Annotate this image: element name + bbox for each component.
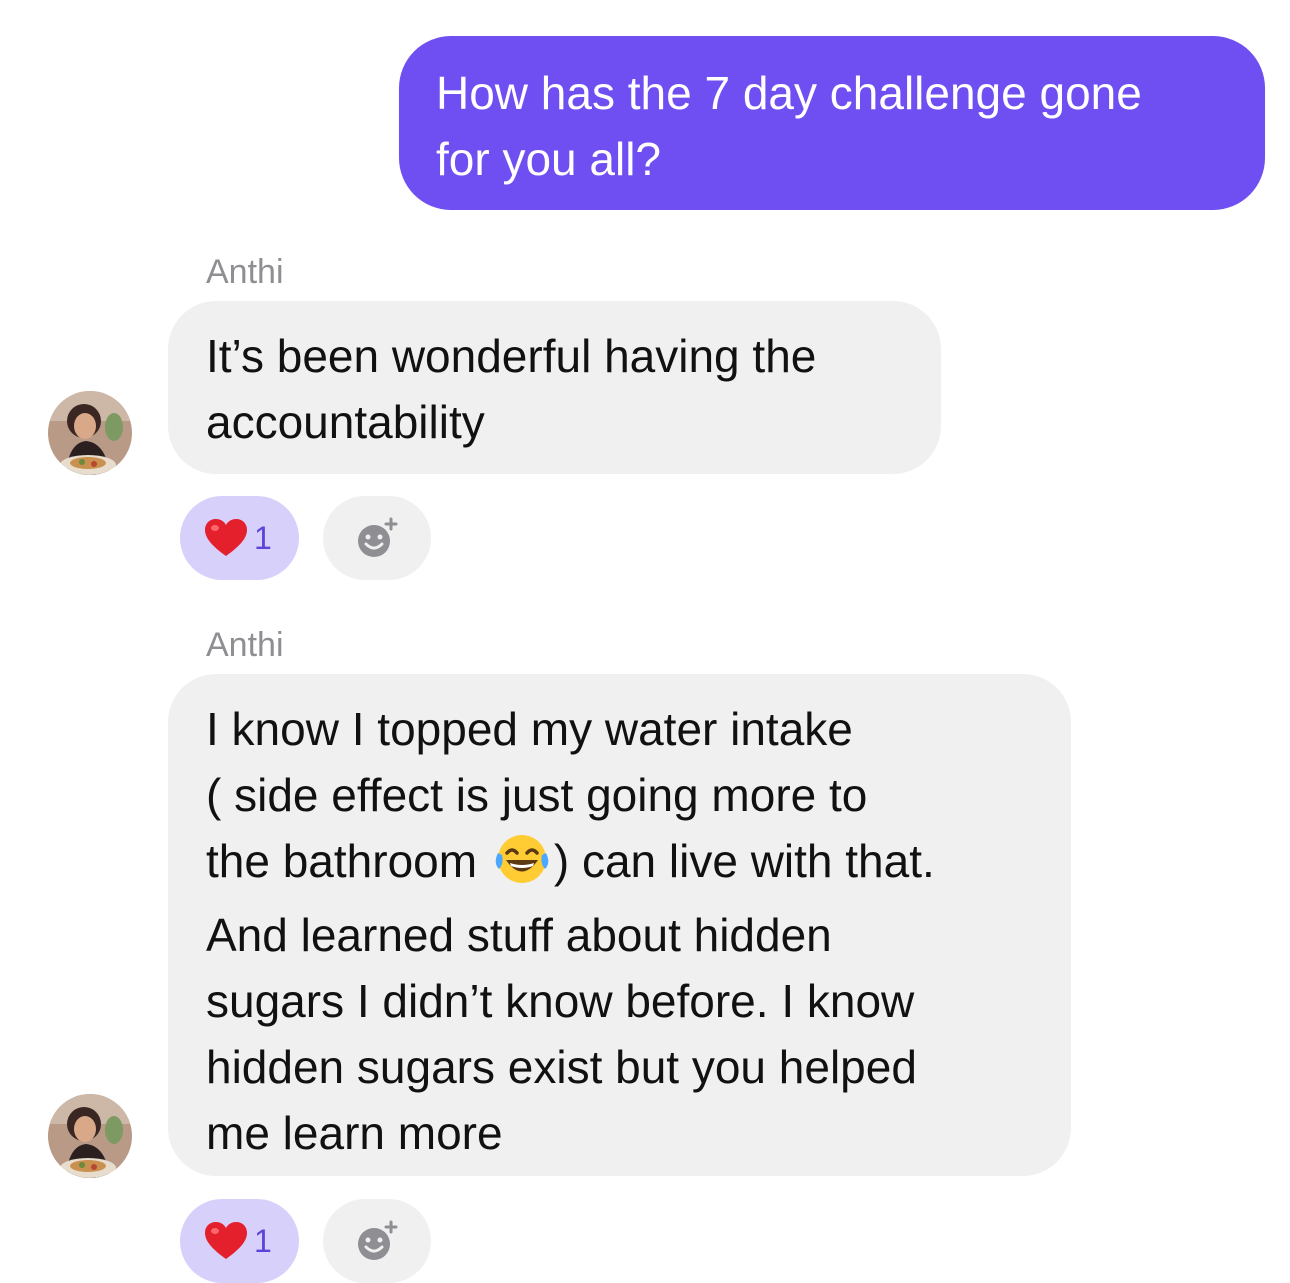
sender-avatar[interactable]	[48, 1094, 132, 1178]
avatar-photo-icon	[48, 391, 132, 475]
chat-thread: How has the 7 day challenge gone for you…	[0, 0, 1290, 1283]
add-reaction-button[interactable]	[323, 1199, 431, 1283]
add-emoji-icon	[358, 517, 398, 557]
add-emoji-icon	[358, 1220, 398, 1260]
add-reaction-button[interactable]	[323, 496, 431, 580]
heart-reaction-button[interactable]: 1	[180, 496, 299, 580]
heart-emoji-icon	[205, 1222, 247, 1259]
sender-name: Anthi	[206, 626, 284, 664]
incoming-message-bubble[interactable]: It’s been wonderful having the accountab…	[168, 301, 941, 474]
outgoing-message-bubble[interactable]: How has the 7 day challenge gone for you…	[399, 36, 1265, 210]
reaction-count: 1	[254, 1223, 272, 1259]
avatar-photo-icon	[48, 1094, 132, 1178]
sender-avatar[interactable]	[48, 391, 132, 475]
heart-emoji-icon	[205, 519, 247, 556]
incoming-message-bubble[interactable]: I know I topped my water intake ( side e…	[168, 674, 1071, 1176]
heart-reaction-button[interactable]: 1	[180, 1199, 299, 1283]
reaction-count: 1	[254, 520, 272, 556]
laughing-tears-emoji-icon	[492, 833, 552, 902]
sender-name: Anthi	[206, 253, 284, 291]
